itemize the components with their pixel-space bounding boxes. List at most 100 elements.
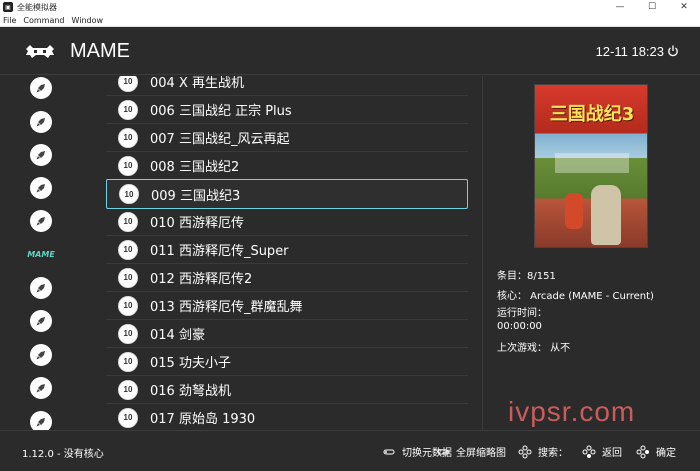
list-item[interactable]: 10 012 西游释厄传2 xyxy=(106,264,468,292)
watermark: ivpsr.com xyxy=(508,396,636,427)
sidebar-item-rocket[interactable] xyxy=(30,77,52,99)
game-badge: 10 xyxy=(118,99,138,120)
game-badge: 10 xyxy=(118,295,138,316)
game-title: 004 X 再生战机 xyxy=(150,76,244,91)
sidebar-item-rocket[interactable] xyxy=(30,210,52,232)
thumbnail-logo: 三国战纪3 xyxy=(549,104,635,125)
game-badge: 10 xyxy=(118,76,138,92)
mame-logo-label: MAME xyxy=(27,250,55,259)
game-title: 015 功夫小子 xyxy=(150,356,231,371)
game-badge: 10 xyxy=(118,211,138,232)
menubar: File Command Window xyxy=(0,14,700,27)
game-badge: 10 xyxy=(118,155,138,176)
list-item[interactable]: 10 007 三国战纪_风云再起 xyxy=(106,124,468,152)
thumbnail-credit xyxy=(555,153,629,173)
sidebar-item-rocket[interactable] xyxy=(30,377,52,399)
game-title: 007 三国战纪_风云再起 xyxy=(150,132,290,147)
menu-file[interactable]: File xyxy=(3,16,16,25)
hint-label: 返回 xyxy=(602,448,622,459)
thumbnail-hero xyxy=(565,193,583,229)
runtime-info: 运行时间： 00:00:00 xyxy=(497,308,547,332)
rocket-icon xyxy=(36,284,45,293)
start-key-icon xyxy=(437,449,449,454)
last-played-info: 上次游戏： 从不 xyxy=(497,343,571,354)
sidebar-item-rocket[interactable] xyxy=(30,411,52,430)
game-badge: 10 xyxy=(118,379,138,400)
game-badge: 10 xyxy=(118,323,138,344)
game-title: 017 原始岛 1930 xyxy=(150,412,256,427)
game-badge: 10 xyxy=(118,351,138,372)
game-list[interactable]: 10 004 X 再生战机 10 006 三国战纪 正宗 Plus 10 007 三国… xyxy=(104,76,470,430)
game-title: 010 西游释厄传 xyxy=(150,216,244,231)
clock: 12-11 18:23 xyxy=(595,44,664,59)
hint-back[interactable]: 返回 xyxy=(582,444,622,459)
game-title: 013 西游释厄传_群魔乱舞 xyxy=(150,300,303,315)
hint-label: 确定 xyxy=(656,448,676,459)
list-item[interactable]: 10 011 西游释厄传_Super xyxy=(106,236,468,264)
core-info: 核心： Arcade (MAME - Current) xyxy=(497,291,654,302)
game-title: 009 三国战纪3 xyxy=(151,188,241,204)
game-thumbnail[interactable]: 三国战纪3 xyxy=(534,84,648,248)
list-item[interactable]: 10 016 劲弩战机 xyxy=(106,376,468,404)
list-item[interactable]: 10 008 三国战纪2 xyxy=(106,152,468,180)
maximize-button[interactable]: ☐ xyxy=(636,0,668,14)
menu-window[interactable]: Window xyxy=(72,16,104,25)
panel-divider xyxy=(482,76,483,430)
sidebar: MAME xyxy=(0,76,84,430)
sidebar-item-rocket[interactable] xyxy=(30,277,52,299)
rocket-icon xyxy=(36,317,45,326)
sidebar-item-rocket[interactable] xyxy=(30,310,52,332)
list-item-selected[interactable]: 10 009 三国战纪3 xyxy=(106,179,468,209)
rocket-icon xyxy=(36,384,45,393)
list-item[interactable]: 10 013 西游释厄传_群魔乱舞 xyxy=(106,292,468,320)
game-title: 011 西游释厄传_Super xyxy=(150,244,289,259)
hint-label: 搜索： xyxy=(538,448,568,459)
rocket-icon xyxy=(36,118,45,127)
list-item[interactable]: 10 004 X 再生战机 xyxy=(106,76,468,96)
game-title: 006 三国战纪 正宗 Plus xyxy=(150,104,292,119)
rocket-icon xyxy=(36,351,45,360)
game-badge: 10 xyxy=(118,267,138,288)
hint-confirm[interactable]: 确定 xyxy=(636,444,676,459)
app-icon: ▣ xyxy=(3,2,13,12)
footer: 1.12.0 - 没有核心 切换元数据 全屏缩略图 搜索： 返回 确定 xyxy=(0,430,700,471)
game-badge: 10 xyxy=(118,127,138,148)
select-key-icon xyxy=(383,449,395,454)
minimize-button[interactable]: — xyxy=(604,0,636,14)
game-title: 014 剑豪 xyxy=(150,328,205,343)
game-badge: 10 xyxy=(118,239,138,260)
list-item[interactable]: 10 010 西游释厄传 xyxy=(106,208,468,236)
rocket-icon xyxy=(36,217,45,226)
menu-command[interactable]: Command xyxy=(23,16,64,25)
rocket-icon xyxy=(36,184,45,193)
close-button[interactable]: ✕ xyxy=(668,0,700,14)
list-item[interactable]: 10 017 原始岛 1930 xyxy=(106,404,468,430)
game-badge: 10 xyxy=(119,184,139,204)
list-item[interactable]: 10 006 三国战纪 正宗 Plus xyxy=(106,96,468,124)
face-buttons-icon xyxy=(636,445,649,458)
sidebar-item-rocket[interactable] xyxy=(30,177,52,199)
system-title: MAME xyxy=(70,40,130,62)
list-item[interactable]: 10 014 剑豪 xyxy=(106,320,468,348)
face-buttons-icon xyxy=(582,445,596,458)
version-label: 1.12.0 - 没有核心 xyxy=(22,449,104,460)
window-titlebar: ▣ 全能模拟器 — ☐ ✕ xyxy=(0,0,700,14)
sidebar-item-mame-logo[interactable]: MAME xyxy=(26,248,56,260)
rocket-icon xyxy=(36,151,45,160)
header: MAME 12-11 18:23 xyxy=(0,27,700,75)
thumbnail-statue xyxy=(591,185,621,245)
list-item[interactable]: 10 015 功夫小子 xyxy=(106,348,468,376)
game-badge: 10 xyxy=(118,407,138,428)
hint-fullscreen-thumbnail[interactable]: 全屏缩略图 xyxy=(436,444,506,459)
game-title: 016 劲弩战机 xyxy=(150,384,231,399)
hint-label: 全屏缩略图 xyxy=(456,448,506,459)
power-icon[interactable] xyxy=(667,45,679,57)
hint-search[interactable]: 搜索： xyxy=(518,444,568,459)
game-title: 008 三国战纪2 xyxy=(150,160,240,175)
sidebar-item-rocket[interactable] xyxy=(30,111,52,133)
retroarch-invader-icon xyxy=(26,45,54,58)
rocket-icon xyxy=(36,84,45,93)
entry-count: 条目：8/151 xyxy=(497,271,556,282)
sidebar-item-rocket[interactable] xyxy=(30,144,52,166)
sidebar-item-rocket[interactable] xyxy=(30,344,52,366)
